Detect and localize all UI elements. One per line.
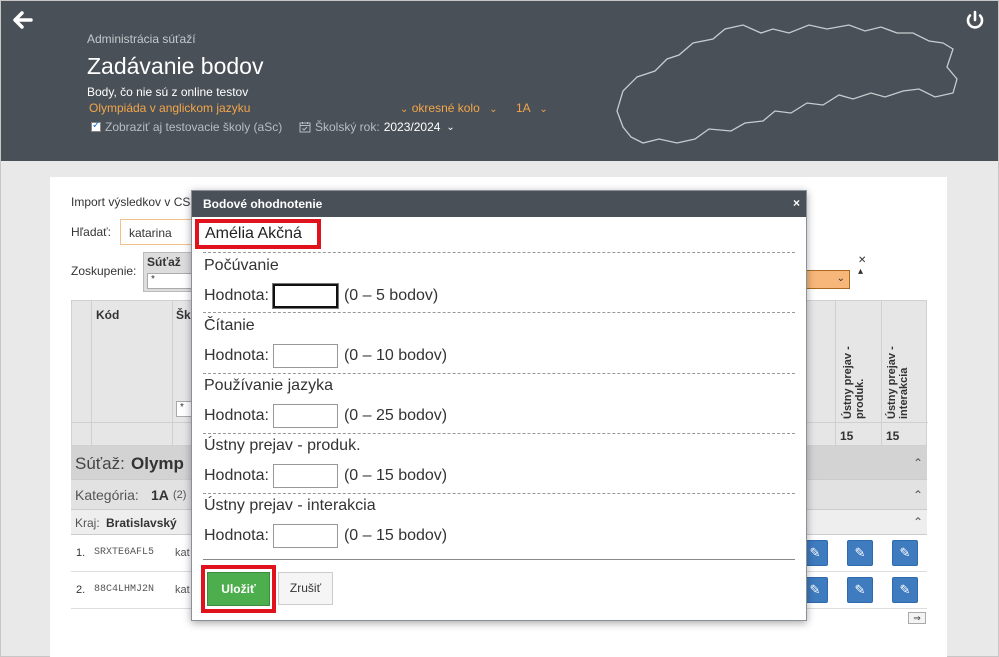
- value-label: Hodnota:: [204, 527, 269, 544]
- section-label-ustny-interakcia: Ústny prejav - interakcia: [204, 497, 376, 514]
- score-range: (0 – 5 bodov): [343, 287, 439, 304]
- score-input-pocuvanie[interactable]: [271, 283, 339, 309]
- group-kat-count: (2): [173, 489, 187, 501]
- row-number: 1.: [76, 547, 86, 559]
- cancel-button[interactable]: Zrušiť: [278, 572, 333, 605]
- chevron-down-icon: ⌄: [400, 104, 409, 115]
- category-value: 1A: [516, 101, 531, 115]
- value-label: Hodnota:: [204, 287, 269, 304]
- value-label: Hodnota:: [204, 347, 269, 364]
- col-max-produk: 15: [840, 429, 854, 443]
- divider: [203, 493, 795, 494]
- row-code: SRXTE6AFL5: [94, 547, 155, 558]
- page-title: Zadávanie bodov: [87, 53, 264, 79]
- section-label-ustny-produk: Ústny prejav - produk.: [204, 437, 361, 454]
- row-school: kat: [175, 584, 190, 596]
- group-kraj-label: Kraj:: [75, 516, 100, 530]
- close-icon[interactable]: ✕ ▴: [858, 255, 866, 277]
- competition-value: Olympiáda v anglickom jazyku: [89, 101, 251, 115]
- score-input-pouzivanie-jazyka[interactable]: [272, 404, 338, 428]
- chevron-down-icon: ⌄: [539, 104, 548, 115]
- group-kat-label: Kategória:: [75, 487, 139, 503]
- col-header-produk: Ústny prejav - produk.: [842, 346, 866, 419]
- group-sutaz-value: Olymp: [131, 454, 184, 473]
- category-select[interactable]: 1A ⌄: [516, 101, 548, 115]
- divider: [203, 252, 795, 253]
- col-school-header[interactable]: Šk: [176, 308, 191, 322]
- school-year-select[interactable]: Školský rok: 2023/2024 ⌄: [299, 120, 455, 134]
- col-header-interakcia: Ústny prejav - interakcia: [886, 346, 910, 419]
- app-header: Administrácia súťaží Zadávanie bodov Bod…: [1, 1, 998, 161]
- round-value: okresné kolo: [411, 101, 480, 115]
- chevron-up-icon[interactable]: ⌃: [913, 515, 923, 529]
- chevron-up-icon[interactable]: ⌃: [913, 456, 923, 470]
- score-range: (0 – 25 bodov): [343, 407, 448, 424]
- chevron-up-icon[interactable]: ⌃: [913, 488, 923, 502]
- dialog-title: Bodové ohodnotenie: [192, 191, 806, 217]
- score-range: (0 – 10 bodov): [343, 347, 448, 364]
- group-kat-value: 1A: [151, 487, 169, 503]
- row-code: 88C4LHMJ2N: [94, 584, 155, 595]
- score-range: (0 – 15 bodov): [343, 527, 448, 544]
- edit-pencil-icon[interactable]: ✎: [847, 577, 873, 603]
- divider: [203, 373, 795, 374]
- score-row-citanie: Hodnota: (0 – 10 bodov): [204, 344, 447, 368]
- divider: [203, 312, 795, 313]
- student-name: Amélia Akčná: [195, 219, 321, 249]
- score-input-ustny-produk[interactable]: [272, 464, 338, 488]
- school-year-label: Školský rok:: [315, 120, 380, 134]
- score-row-pouzivanie-jazyka: Hodnota: (0 – 25 bodov): [204, 404, 447, 428]
- show-test-schools-checkbox[interactable]: Zobraziť aj testovacie školy (aSc): [91, 120, 282, 134]
- page-subtitle: Body, čo nie sú z online testov: [87, 85, 249, 99]
- checkbox-icon[interactable]: [91, 120, 101, 132]
- breadcrumb: Administrácia súťaží: [87, 32, 196, 46]
- score-input-ustny-interakcia[interactable]: [272, 524, 338, 548]
- chevron-down-icon: ⌄: [836, 273, 845, 284]
- footer-divider: [203, 559, 795, 560]
- section-label-citanie: Čítanie: [204, 317, 255, 334]
- group-sutaz-label: Súťaž:: [75, 454, 125, 473]
- close-icon[interactable]: ×: [793, 196, 800, 210]
- save-button[interactable]: Uložiť: [207, 572, 270, 606]
- scroll-right-icon[interactable]: ⇒: [908, 612, 926, 624]
- competition-select[interactable]: Olympiáda v anglickom jazyku: [89, 101, 250, 115]
- round-select[interactable]: ⌄ okresné kolo ⌄: [394, 101, 498, 115]
- row-school: kat: [175, 547, 190, 559]
- import-label[interactable]: Import výsledkov v CS: [71, 195, 190, 209]
- school-year-value: 2023/2024: [383, 120, 441, 134]
- show-test-schools-label: Zobraziť aj testovacie školy (aSc): [105, 120, 283, 134]
- chevron-down-icon: ⌄: [446, 121, 455, 133]
- calendar-icon: [299, 122, 311, 133]
- group-kraj-value: Bratislavský: [106, 516, 177, 530]
- section-label-pouzivanie-jazyka: Používanie jazyka: [204, 377, 333, 394]
- back-arrow-icon[interactable]: [11, 9, 35, 33]
- divider: [203, 433, 795, 434]
- value-label: Hodnota:: [204, 467, 269, 484]
- chevron-down-icon: ⌄: [489, 104, 498, 115]
- score-dialog: Bodové ohodnotenie × Amélia Akčná Počúva…: [191, 190, 807, 621]
- section-label-pocuvanie: Počúvanie: [204, 257, 279, 274]
- score-row-ustny-produk: Hodnota: (0 – 15 bodov): [204, 464, 447, 488]
- score-range: (0 – 15 bodov): [343, 467, 448, 484]
- save-highlight: Uložiť: [201, 565, 276, 613]
- score-row-ustny-interakcia: Hodnota: (0 – 15 bodov): [204, 524, 447, 548]
- score-row-pocuvanie: Hodnota: (0 – 5 bodov): [204, 283, 439, 309]
- slovakia-map-outline: [616, 24, 958, 144]
- group-orange-select[interactable]: ⌄: [805, 270, 850, 289]
- col-kod-header[interactable]: Kód: [96, 308, 119, 322]
- score-input-citanie[interactable]: [272, 344, 338, 368]
- edit-pencil-icon[interactable]: ✎: [892, 540, 918, 566]
- col-max-interakcia: 15: [886, 429, 900, 443]
- search-input[interactable]: katarina: [120, 219, 200, 245]
- grouping-label: Zoskupenie:: [71, 264, 137, 278]
- value-label: Hodnota:: [204, 407, 269, 424]
- row-number: 2.: [76, 584, 86, 596]
- search-label: Hľadať:: [71, 225, 112, 239]
- edit-pencil-icon[interactable]: ✎: [847, 540, 873, 566]
- edit-pencil-icon[interactable]: ✎: [892, 577, 918, 603]
